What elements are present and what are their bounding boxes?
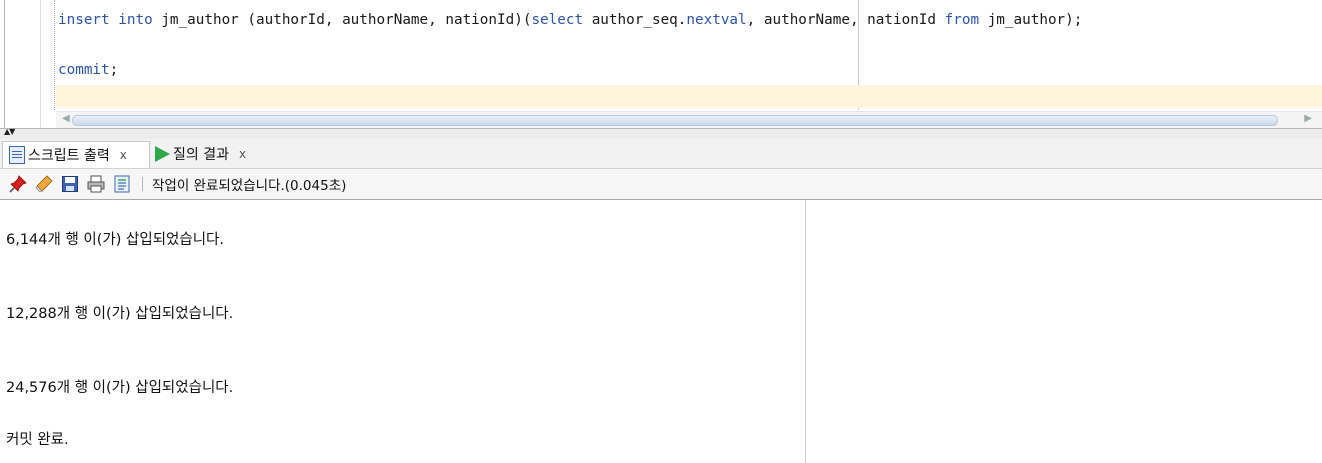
- keyword-from: from: [944, 12, 980, 28]
- output-line-insert-1: 6,144개 행 이(가) 삽입되었습니다.: [6, 228, 224, 249]
- script-output-toolbar: 작업이 완료되었습니다.(0.045초): [0, 169, 1322, 200]
- toolbar-separator: [142, 177, 143, 191]
- splitter-arrows-icon[interactable]: ▲▼: [4, 127, 15, 136]
- tab-query-result[interactable]: 질의 결과 x: [151, 141, 271, 167]
- keyword-insert: insert: [58, 12, 110, 28]
- tab-script-output[interactable]: 스크립트 출력 x: [2, 141, 150, 168]
- scroll-right-arrow-icon[interactable]: ▶: [1304, 113, 1312, 124]
- scroll-left-arrow-icon[interactable]: ◀: [62, 113, 70, 124]
- print-icon[interactable]: [86, 174, 106, 194]
- keyword-select: select: [531, 12, 584, 28]
- tab-query-result-close-icon[interactable]: x: [239, 147, 246, 161]
- code-sequence: author_seq.: [591, 12, 687, 28]
- row-count: 12,288: [6, 306, 57, 322]
- tab-query-result-label: 질의 결과: [173, 147, 229, 163]
- run-icon: [155, 146, 170, 162]
- output-line-insert-3: 24,576개 행 이(가) 삽입되었습니다.: [6, 376, 233, 397]
- output-message: 개 행 이(가) 삽입되었습니다.: [56, 306, 234, 322]
- tab-script-output-label: 스크립트 출력: [28, 148, 110, 164]
- eraser-icon[interactable]: [34, 174, 54, 194]
- code-semicolon: ;: [109, 62, 119, 78]
- script-output-pane[interactable]: 6,144개 행 이(가) 삽입되었습니다. 12,288개 행 이(가) 삽입…: [0, 200, 1322, 463]
- gutter-border: [4, 0, 5, 128]
- output-message: 개 행 이(가) 삽입되었습니다.: [47, 232, 225, 248]
- row-count: 6,144: [6, 232, 48, 248]
- code-select-columns: , authorName, nationId: [746, 12, 945, 28]
- task-status-text: 작업이 완료되었습니다.(0.045초): [152, 178, 347, 194]
- sql-developer-window: insert into jm_author (authorId, authorN…: [0, 0, 1322, 463]
- sql-worksheet-editor[interactable]: insert into jm_author (authorId, authorN…: [0, 0, 1322, 128]
- output-message: 개 행 이(가) 삽입되었습니다.: [56, 380, 234, 396]
- row-count: 24,576: [6, 380, 57, 396]
- code-source-table: jm_author);: [987, 12, 1083, 28]
- current-line-highlight: [56, 85, 1322, 108]
- output-divider: [805, 200, 806, 463]
- keyword-nextval: nextval: [686, 12, 747, 28]
- code-table-columns: jm_author (authorId, authorName, nationI…: [161, 12, 532, 28]
- save-icon[interactable]: [60, 174, 80, 194]
- code-line-commit[interactable]: commit;: [58, 62, 118, 78]
- document-icon[interactable]: [112, 174, 132, 194]
- tab-script-output-close-icon[interactable]: x: [120, 148, 127, 162]
- output-tab-bar: 스크립트 출력 x 질의 결과 x: [0, 139, 1322, 169]
- code-line-insert[interactable]: insert into jm_author (authorId, authorN…: [58, 12, 1082, 28]
- output-line-commit: 커밋 완료.: [6, 432, 69, 448]
- editor-horizontal-scrollbar[interactable]: ◀ ▶: [56, 111, 1322, 128]
- keyword-into: into: [118, 12, 153, 28]
- script-output-icon: [9, 146, 25, 164]
- keyword-commit: commit: [58, 62, 110, 78]
- line-gutter: [0, 0, 41, 128]
- output-line-insert-2: 12,288개 행 이(가) 삽입되었습니다.: [6, 302, 233, 323]
- pin-icon[interactable]: [8, 174, 28, 194]
- fold-guide: [54, 0, 55, 110]
- scrollbar-thumb[interactable]: [72, 115, 1278, 126]
